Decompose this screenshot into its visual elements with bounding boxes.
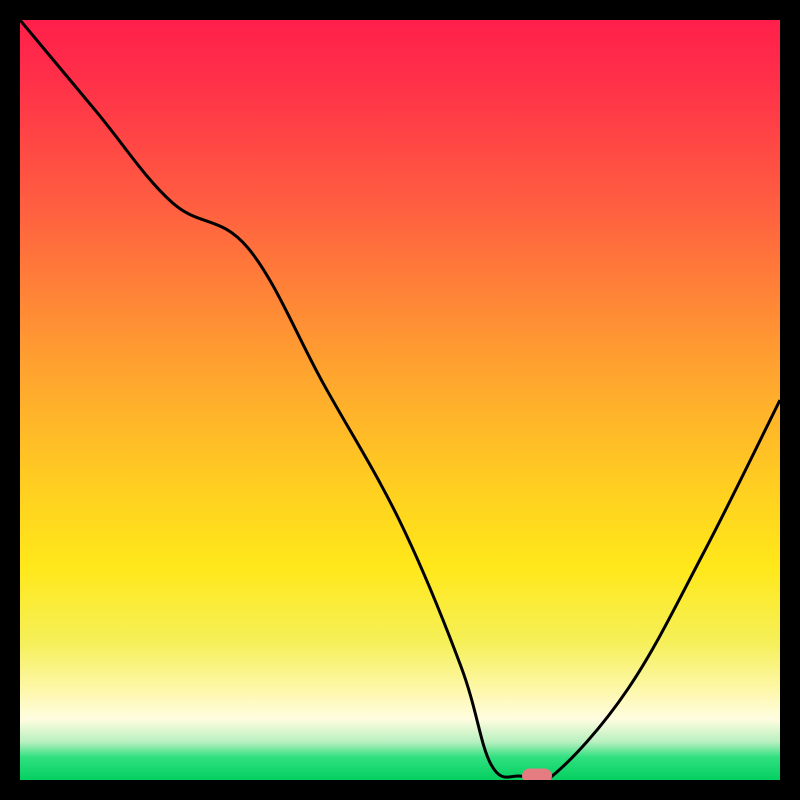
plot-area <box>20 20 780 780</box>
frame-border <box>0 0 800 20</box>
frame-border <box>0 780 800 800</box>
bottleneck-curve <box>20 20 780 780</box>
frame-border <box>0 0 20 800</box>
frame-border <box>780 0 800 800</box>
chart-container: TheBottleneck.com <box>0 0 800 800</box>
optimum-marker <box>522 769 552 780</box>
